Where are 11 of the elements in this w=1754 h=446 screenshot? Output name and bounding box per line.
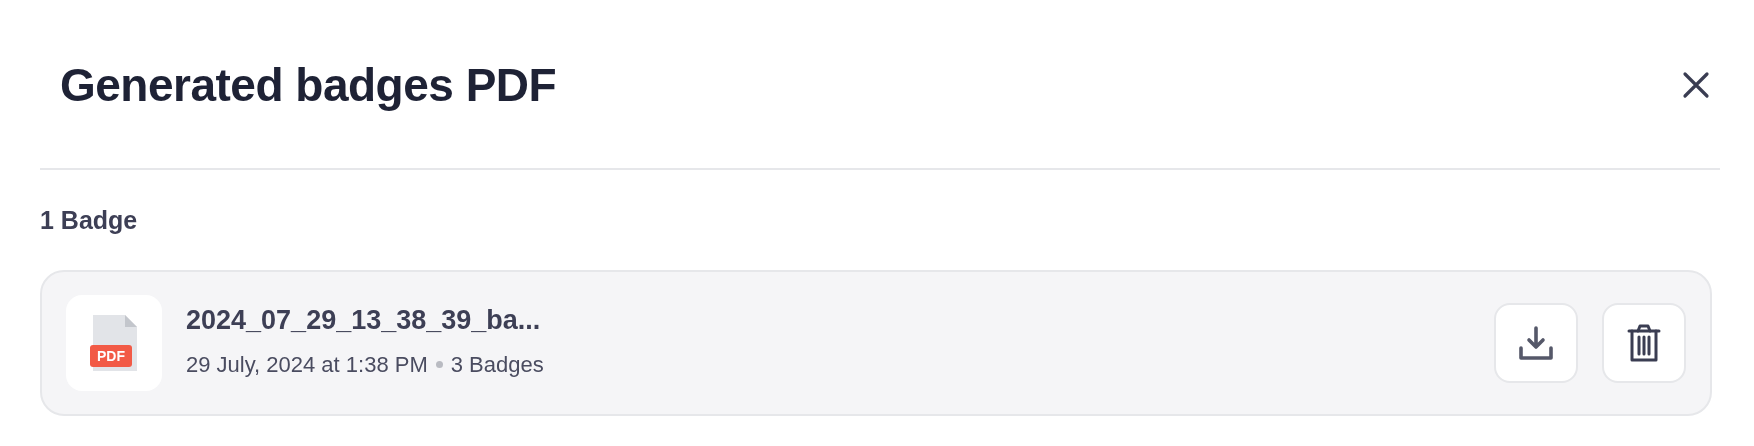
count-label: 1 Badge <box>40 205 139 236</box>
delete-button[interactable] <box>1602 302 1686 383</box>
file-name: 2024_07_29_13_38_39_ba... <box>186 304 542 336</box>
file-date: 29 July, 2024 at 1:38 PM <box>186 351 428 379</box>
dialog-title: Generated badges PDF <box>60 57 557 113</box>
badge-count: 3 Badges <box>450 351 544 379</box>
pdf-label: PDF <box>90 344 132 367</box>
trash-icon <box>1627 323 1661 362</box>
download-icon <box>1518 324 1554 361</box>
download-button[interactable] <box>1494 302 1578 383</box>
close-icon <box>1682 71 1710 99</box>
